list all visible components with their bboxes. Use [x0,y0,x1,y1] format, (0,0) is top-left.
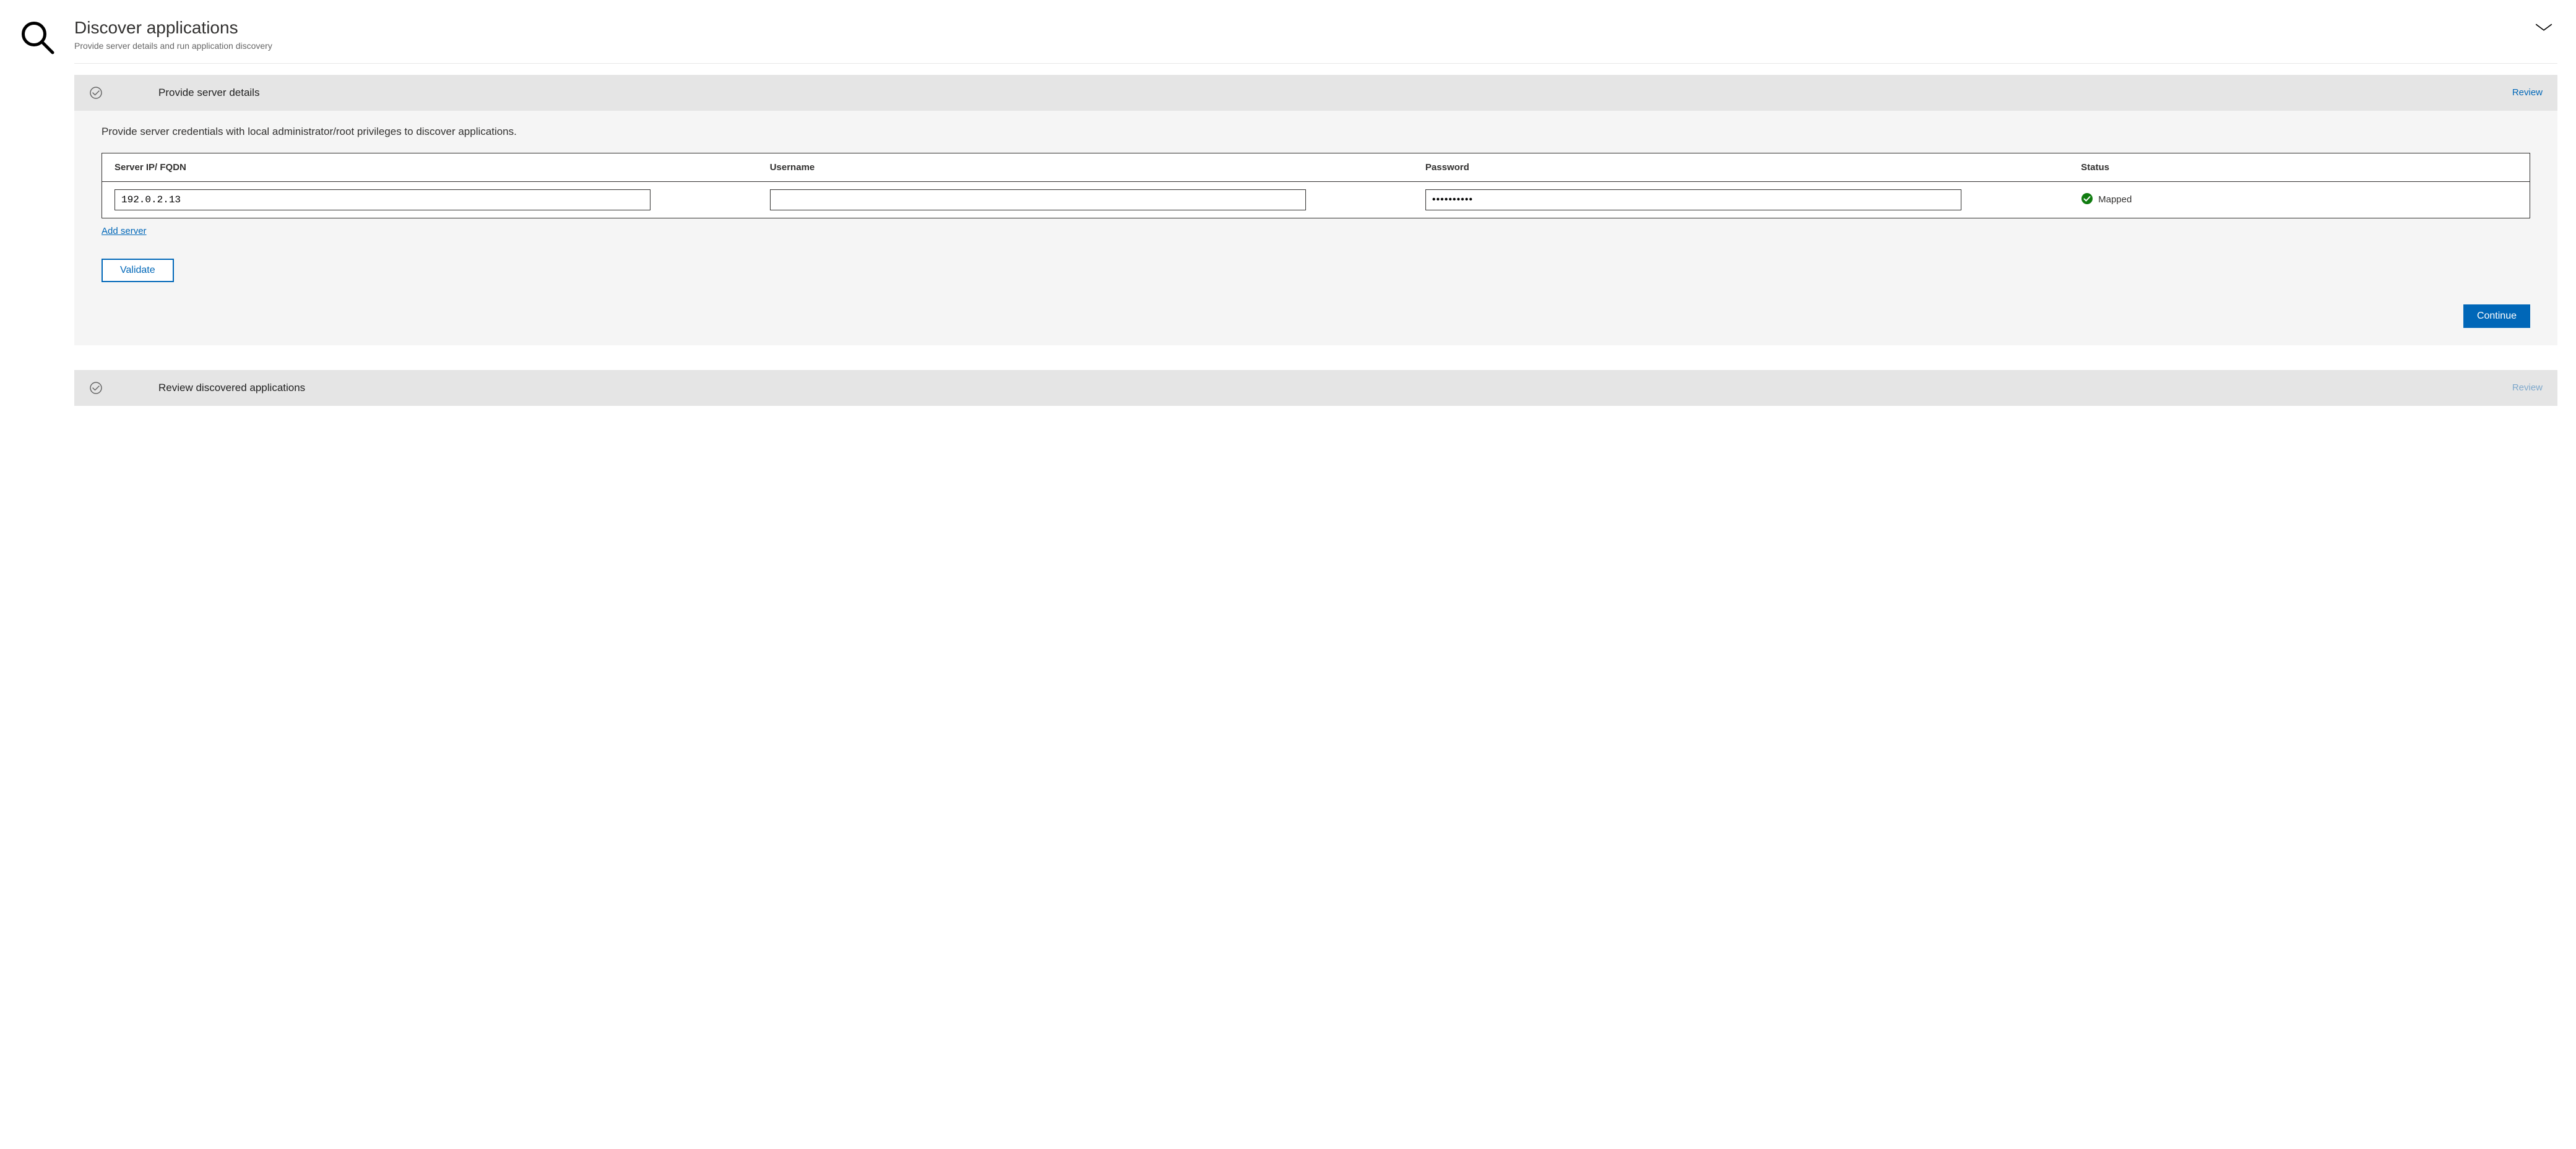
add-server-link[interactable]: Add server [102,226,147,236]
status-text: Mapped [2098,194,2132,205]
password-input[interactable] [1425,189,1961,210]
step-review-apps-review-link[interactable]: Review [2512,382,2543,393]
step-review-apps-header: Review discovered applications Review [74,370,2557,406]
page-title: Discover applications [74,17,2534,38]
step-complete-check-icon [89,86,103,100]
server-row: Mapped [102,181,2530,218]
validate-button[interactable]: Validate [102,259,174,282]
page-header: Discover applications Provide server det… [74,12,2557,64]
server-credentials-table: Server IP/ FQDN Username Password Status [102,153,2530,218]
username-input[interactable] [770,189,1306,210]
step-pending-check-icon [89,381,103,395]
col-server-ip: Server IP/ FQDN [102,153,758,181]
collapse-chevron-icon[interactable] [2534,17,2557,35]
col-password: Password [1413,153,2068,181]
col-status: Status [2068,153,2530,181]
step-review-apps-title: Review discovered applications [158,382,2512,394]
page-subtitle: Provide server details and run applicati… [74,41,2534,51]
server-credentials-instruction: Provide server credentials with local ad… [102,126,2530,138]
server-ip-input[interactable] [115,189,650,210]
status-success-icon [2081,192,2093,207]
step-server-details-header: Provide server details Review [74,75,2557,111]
step-server-details-title: Provide server details [158,87,2512,99]
search-icon [19,12,74,58]
continue-button[interactable]: Continue [2463,304,2530,328]
col-username: Username [758,153,1413,181]
step-server-details-body: Provide server credentials with local ad… [74,111,2557,345]
step-server-details-review-link[interactable]: Review [2512,87,2543,98]
